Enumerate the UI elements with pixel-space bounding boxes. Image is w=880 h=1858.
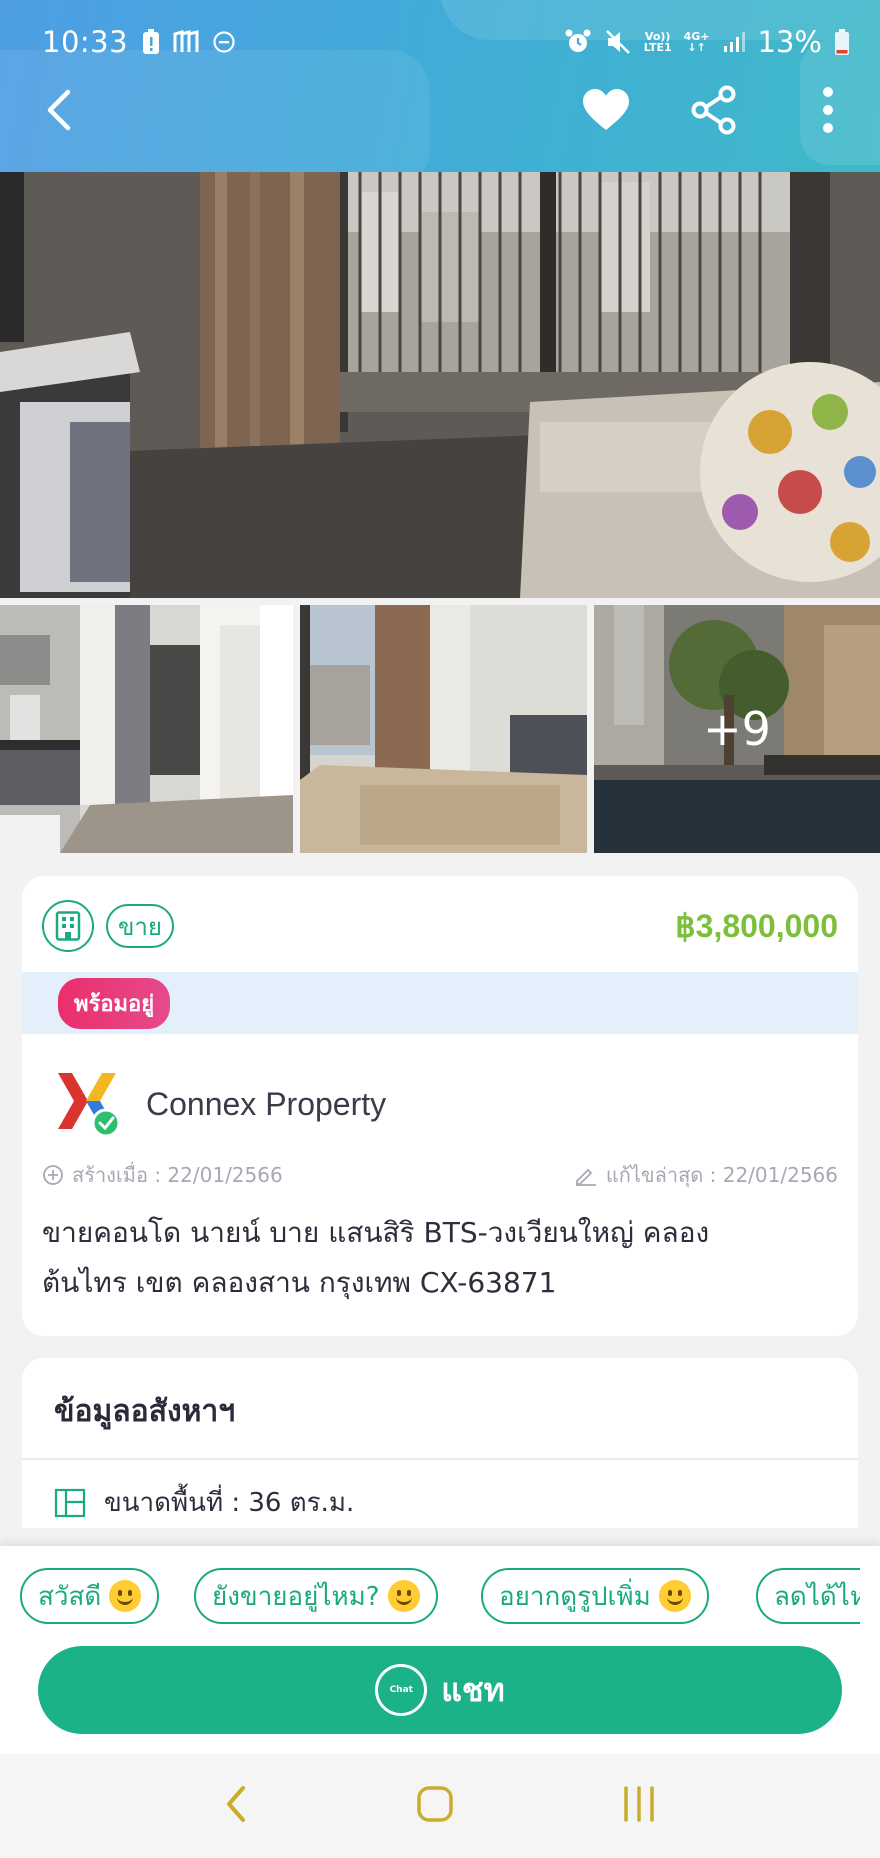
chat-button-label: แชท — [441, 1670, 505, 1709]
sale-type-badge: ขาย — [106, 904, 174, 948]
app-header: 10:33 Vo)) LTE1 4G+ ↓↑ 13% — [0, 0, 880, 172]
volte-indicator: Vo)) LTE1 — [643, 30, 672, 54]
updated-date-text: แก้ไขล่าสุด : 22/01/2566 — [605, 1163, 838, 1187]
created-date: สร้างเมื่อ : 22/01/2566 — [42, 1159, 283, 1191]
signal-icon — [723, 32, 745, 52]
room-photo — [0, 172, 880, 598]
edit-icon — [575, 1168, 596, 1186]
thumbnail-1[interactable] — [0, 605, 293, 853]
thumbnail-3[interactable]: +9 — [594, 605, 880, 853]
listing-title-line-1: ขายคอนโด นายน์ บาย แสนสิริ BTS-วงเวียนให… — [42, 1216, 710, 1249]
nav-recents-icon — [624, 1786, 654, 1822]
listing-title: ขายคอนโด นายน์ บาย แสนสิริ BTS-วงเวียนให… — [42, 1208, 828, 1308]
ready-to-move-badge: พร้อมอยู่ — [58, 977, 171, 1029]
status-time: 10:33 — [42, 25, 129, 59]
building-icon — [55, 911, 81, 941]
plus-circle-icon — [43, 1165, 63, 1185]
area-text: ขนาดพื้นที่ : 36 ตร.ม. — [104, 1488, 355, 1518]
updated-date: แก้ไขล่าสุด : 22/01/2566 — [574, 1159, 838, 1191]
agent-logo — [50, 1067, 124, 1141]
property-info-card: ข้อมูลอสังหาฯ ขนาดพื้นที่ : 36 ตร.ม. — [22, 1358, 858, 1528]
share-icon — [691, 85, 736, 135]
listing-price: ฿3,800,000 — [675, 908, 838, 944]
favorite-button[interactable] — [576, 80, 636, 140]
main-photo[interactable] — [0, 172, 880, 598]
floorplan-icon — [54, 1488, 86, 1517]
listing-summary-card: ขาย ฿3,800,000 พร้อมอยู่ Connex Property… — [22, 876, 858, 1336]
kitchen-photo — [0, 605, 293, 853]
app-notification-icon — [173, 30, 199, 52]
property-type-badge — [42, 900, 94, 952]
status-band: พร้อมอยู่ — [22, 972, 858, 1034]
section-title: ข้อมูลอสังหาฯ — [54, 1394, 236, 1429]
mute-icon — [605, 30, 630, 54]
smile-emoji-icon — [109, 1580, 142, 1612]
agent-name[interactable]: Connex Property — [146, 1086, 386, 1123]
smile-emoji-icon — [658, 1580, 691, 1612]
more-vert-icon — [823, 87, 833, 133]
quick-reply-chip[interactable]: ยังขายอยู่ไหม? — [194, 1568, 438, 1624]
status-bar: 10:33 Vo)) LTE1 4G+ ↓↑ 13% — [42, 22, 850, 62]
chat-button[interactable]: Chat แชท — [38, 1646, 842, 1734]
quick-reply-chip[interactable]: ลดได้ไหม — [756, 1568, 860, 1624]
agent-row[interactable]: Connex Property — [50, 1066, 838, 1142]
nav-home-icon — [417, 1786, 453, 1822]
area-row: ขนาดพื้นที่ : 36 ตร.ม. — [54, 1482, 354, 1523]
chat-panel: สวัสดี ยังขายอยู่ไหม? อยากดูรูปเพิ่ม ลดไ… — [0, 1546, 880, 1754]
back-button[interactable] — [30, 80, 90, 140]
quick-reply-chip[interactable]: สวัสดี — [20, 1568, 160, 1624]
badge-row: ขาย ฿3,800,000 — [42, 900, 838, 952]
smile-emoji-icon — [387, 1580, 420, 1612]
created-date-text: สร้างเมื่อ : 22/01/2566 — [72, 1163, 283, 1187]
listing-dates: สร้างเมื่อ : 22/01/2566 แก้ไขล่าสุด : 22… — [42, 1160, 838, 1190]
nav-recents-button[interactable] — [621, 1784, 657, 1828]
battery-percent: 13% — [757, 25, 822, 59]
listing-title-line-2: ต้นไทร เขต คลองสาน กรุงเทพ CX-63871 — [42, 1266, 557, 1299]
quick-reply-chip[interactable]: อยากดูรูปเพิ่ม — [481, 1568, 709, 1624]
battery-icon — [835, 29, 849, 55]
connex-logo — [58, 1073, 121, 1138]
battery-alert-icon — [143, 29, 160, 54]
share-button[interactable] — [684, 80, 744, 140]
system-navigation-bar — [0, 1754, 880, 1858]
quick-reply-chips: สวัสดี ยังขายอยู่ไหม? อยากดูรูปเพิ่ม ลดไ… — [20, 1568, 860, 1626]
heart-icon — [583, 89, 629, 130]
alarm-icon — [565, 29, 591, 52]
nav-back-button[interactable] — [223, 1784, 249, 1828]
thumbnail-strip: +9 — [0, 605, 880, 853]
divider — [22, 1458, 858, 1460]
chat-icon: Chat — [375, 1664, 428, 1716]
back-icon — [47, 89, 71, 131]
more-photos-overlay[interactable]: +9 — [594, 605, 880, 853]
nav-home-button[interactable] — [415, 1784, 455, 1828]
nav-back-icon — [227, 1786, 245, 1822]
more-options-button[interactable] — [798, 80, 858, 140]
network-type-indicator: 4G+ ↓↑ — [683, 30, 710, 54]
bedroom-photo — [300, 605, 587, 853]
thumbnail-2[interactable] — [300, 605, 587, 853]
do-not-disturb-icon — [213, 31, 235, 53]
